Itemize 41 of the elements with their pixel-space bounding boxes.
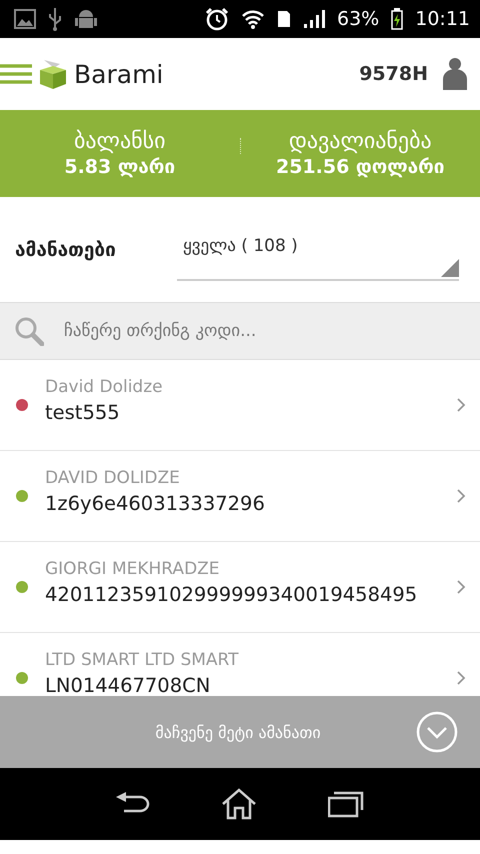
home-button[interactable]	[220, 788, 257, 820]
parcel-row[interactable]: David Dolidze test555	[0, 360, 480, 451]
recipient-name: DAVID DOLIDZE	[45, 468, 181, 488]
sim-icon	[277, 10, 291, 28]
parcel-row[interactable]: DAVID DOLIDZE 1z6y6e460313337296	[0, 451, 480, 542]
recent-apps-button[interactable]	[328, 790, 364, 818]
recipient-name: GIORGI MEKHRADZE	[45, 558, 221, 578]
parcel-row[interactable]: GIORGI MEKHRADZE 420112359102999999340019458495	[0, 542, 480, 633]
battery-percent: 63%	[337, 8, 380, 30]
alarm-icon	[205, 7, 229, 31]
recipient-name: LTD SMART LTD SMART	[45, 650, 240, 670]
summary-label: დავალიანება	[288, 129, 432, 154]
android-icon	[74, 7, 98, 31]
chevron-down-circle-icon	[416, 711, 458, 753]
tracking-code: 1z6y6e460313337296	[45, 492, 266, 514]
search-field[interactable]: ჩაწერე თრქინგ კოდი...	[0, 302, 480, 360]
chevron-right-icon	[456, 397, 466, 413]
user-code: 9578H	[359, 63, 428, 85]
signal-icon	[303, 9, 325, 29]
search-icon	[14, 316, 44, 346]
clock-time: 10:11	[415, 8, 470, 30]
filter-label: ამანათები	[15, 238, 117, 260]
tracking-code: test555	[45, 400, 121, 424]
summary-value: 251.56 დოლარი	[276, 156, 445, 178]
tracking-code: LN014467708CN	[45, 674, 212, 696]
chevron-right-icon	[456, 488, 466, 504]
image-icon	[14, 9, 36, 29]
summary-label: ბალანსი	[74, 129, 166, 154]
search-input[interactable]: ჩაწერე თრქინგ კოდი...	[64, 303, 480, 359]
recipient-name: David Dolidze	[45, 376, 164, 396]
summary-value: 5.83 ლარი	[64, 156, 176, 178]
chevron-right-icon	[456, 670, 466, 686]
wifi-icon	[241, 8, 265, 30]
dropdown-corner-icon	[441, 258, 459, 276]
battery-icon	[391, 8, 404, 30]
usb-icon	[48, 7, 62, 31]
filter-dropdown[interactable]: ყველა ( 108 )	[177, 228, 459, 280]
app-title: Barami	[74, 60, 164, 88]
chevron-right-icon	[456, 579, 466, 595]
tracking-code: 420112359102999999340019458495	[45, 582, 418, 606]
profile-button[interactable]	[442, 57, 468, 91]
